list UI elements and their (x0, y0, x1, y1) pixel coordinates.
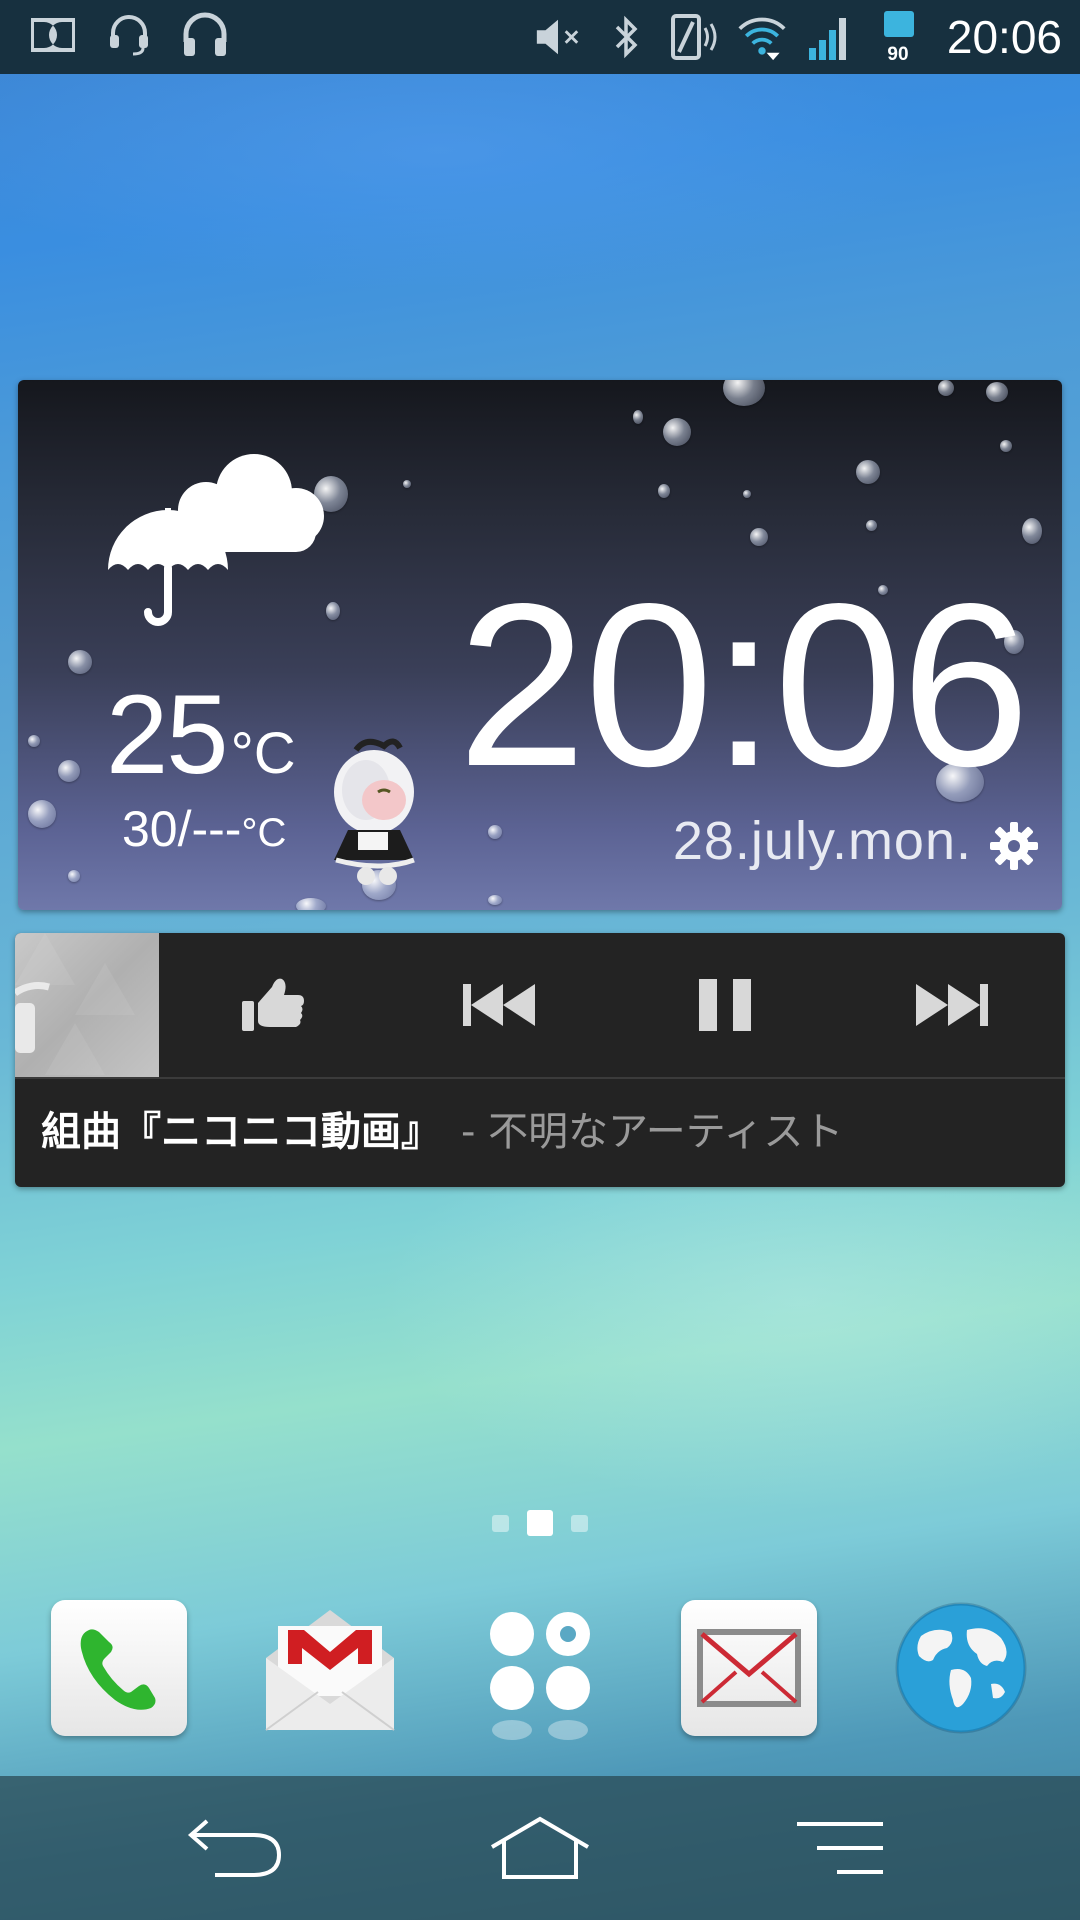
raindrop (866, 520, 877, 531)
raindrop (68, 650, 92, 674)
page-indicator (0, 1510, 1080, 1536)
headphones-icon (180, 10, 230, 60)
sheep-mascot-image (326, 720, 436, 890)
playback-controls (159, 933, 1065, 1077)
umbrella-cloud-icon (98, 450, 368, 640)
temperature-range: 30/---°C (122, 800, 286, 858)
globe-icon (895, 1602, 1027, 1734)
thumbs-up-icon (242, 978, 305, 1031)
raindrop (723, 380, 765, 406)
widget-date: 28.july.mon. (672, 811, 972, 871)
app-dock (0, 1590, 1080, 1760)
wifi-icon (737, 12, 787, 62)
page-dot[interactable] (492, 1514, 509, 1532)
album-art-placeholder[interactable] (15, 933, 159, 1077)
now-playing-info[interactable]: 組曲『ニコニコ動画』 - 不明なアーティスト (41, 1099, 843, 1157)
phone-app[interactable] (51, 1600, 191, 1740)
status-bar: 90 20:06 (0, 0, 1080, 74)
temperature-range-value: 30/--- (122, 801, 242, 857)
svg-text:90: 90 (887, 44, 908, 65)
headset-icon (104, 10, 154, 60)
nfc-icon (669, 12, 719, 62)
raindrop (488, 895, 502, 905)
gmail-app[interactable] (262, 1600, 402, 1740)
raindrop (28, 800, 56, 828)
raindrop (663, 418, 691, 446)
bluetooth-icon (601, 12, 651, 62)
track-separator: - (461, 1109, 476, 1155)
back-arrow-icon (187, 1819, 282, 1877)
page-dot[interactable] (571, 1514, 588, 1532)
raindrop (986, 382, 1008, 402)
raindrop (856, 460, 880, 484)
current-temperature: 25°C (106, 670, 296, 799)
raindrop (403, 480, 411, 488)
next-button[interactable] (839, 933, 1066, 1077)
raindrop (58, 760, 80, 782)
raindrop (743, 490, 751, 498)
pause-button[interactable] (612, 933, 839, 1077)
navigation-bar (0, 1776, 1080, 1920)
temperature-value: 25 (106, 672, 229, 797)
temperature-range-unit: °C (241, 811, 287, 855)
envelope-icon (697, 1629, 801, 1707)
menu-icon (797, 1822, 883, 1874)
app-drawer-icon (490, 1612, 590, 1740)
raindrop (633, 410, 643, 424)
raindrop (68, 870, 80, 882)
thumbs-up-button[interactable] (159, 933, 386, 1077)
temperature-unit: °C (230, 721, 296, 786)
previous-button[interactable] (386, 933, 613, 1077)
raindrop (28, 735, 40, 747)
pause-icon (699, 979, 752, 1031)
menu-button[interactable] (760, 1798, 920, 1898)
previous-icon (462, 984, 535, 1026)
raindrop (1022, 518, 1042, 544)
weather-clock-widget[interactable]: 25°C 30/---°C 20:06 28.july.mon. (18, 380, 1062, 910)
next-icon (915, 984, 988, 1026)
battery-icon: 90 (873, 11, 923, 65)
music-divider (15, 1077, 1065, 1079)
gmail-icon (265, 1610, 395, 1731)
signal-icon (805, 12, 855, 62)
widget-clock: 20:06 (457, 556, 1030, 815)
status-clock: 20:06 (946, 11, 1062, 63)
app-drawer-button[interactable] (470, 1600, 610, 1740)
music-player-widget: 組曲『ニコニコ動画』 - 不明なアーティスト (15, 933, 1065, 1187)
raindrop (296, 898, 326, 910)
dolby-icon (28, 10, 78, 60)
phone-icon (80, 1629, 156, 1710)
home-icon (490, 1816, 590, 1879)
track-artist: 不明なアーティスト (488, 1109, 844, 1155)
back-button[interactable] (155, 1798, 315, 1898)
raindrop (750, 528, 768, 546)
mute-icon (533, 12, 583, 62)
raindrop (488, 825, 502, 839)
track-title: 組曲『ニコニコ動画』 (41, 1109, 441, 1155)
page-dot-active[interactable] (527, 1510, 553, 1536)
browser-app[interactable] (893, 1600, 1033, 1740)
raindrop (658, 484, 670, 498)
raindrop (938, 380, 954, 396)
settings-gear-icon[interactable] (988, 820, 1040, 872)
email-app[interactable] (681, 1600, 821, 1740)
raindrop (1000, 440, 1012, 452)
home-button[interactable] (460, 1798, 620, 1898)
